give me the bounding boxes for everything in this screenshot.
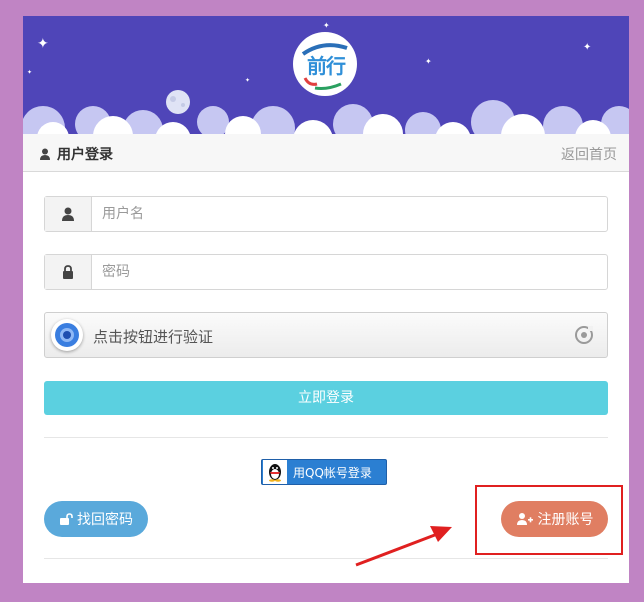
captcha-widget[interactable]: 点击按钮进行验证 bbox=[44, 312, 608, 358]
qq-login-button[interactable]: 用QQ帐号登录 bbox=[261, 459, 387, 485]
captcha-text: 点击按钮进行验证 bbox=[93, 328, 214, 346]
password-input[interactable] bbox=[92, 255, 607, 289]
bottom-divider bbox=[44, 558, 608, 559]
username-field bbox=[44, 196, 608, 232]
captcha-circle-icon[interactable] bbox=[51, 319, 83, 351]
username-addon bbox=[45, 197, 92, 231]
forgot-password-label: 找回密码 bbox=[77, 512, 133, 528]
svg-text:✦: ✦ bbox=[245, 77, 250, 84]
qq-penguin-icon bbox=[263, 460, 287, 484]
username-input[interactable] bbox=[92, 197, 607, 231]
login-button[interactable]: 立即登录 bbox=[44, 381, 608, 415]
refresh-icon[interactable] bbox=[573, 324, 595, 346]
logo-text: 前行 bbox=[307, 54, 346, 78]
svg-text:✦: ✦ bbox=[583, 42, 591, 53]
site-logo: 前行 bbox=[293, 32, 357, 96]
user-icon bbox=[62, 207, 74, 221]
svg-text:✦: ✦ bbox=[425, 57, 432, 66]
divider bbox=[44, 437, 608, 438]
password-addon bbox=[45, 255, 92, 289]
panel-header: 用户登录 返回首页 bbox=[23, 134, 629, 172]
header-banner: ✦ ✦ ✦ ✦ ✦ ✦ 前行 bbox=[23, 16, 629, 134]
unlock-icon bbox=[60, 512, 73, 525]
user-icon bbox=[40, 148, 50, 160]
password-field bbox=[44, 254, 608, 290]
forgot-password-button[interactable]: 找回密码 bbox=[44, 501, 148, 537]
svg-text:✦: ✦ bbox=[37, 36, 49, 52]
qq-login-label: 用QQ帐号登录 bbox=[293, 465, 372, 480]
panel-title: 用户登录 bbox=[39, 144, 113, 164]
back-home-link[interactable]: 返回首页 bbox=[561, 144, 617, 164]
panel-title-text: 用户登录 bbox=[57, 147, 113, 163]
lock-icon bbox=[63, 265, 73, 279]
svg-text:✦: ✦ bbox=[27, 69, 32, 76]
svg-text:✦: ✦ bbox=[323, 21, 330, 30]
annotation-highlight-box bbox=[475, 485, 623, 555]
